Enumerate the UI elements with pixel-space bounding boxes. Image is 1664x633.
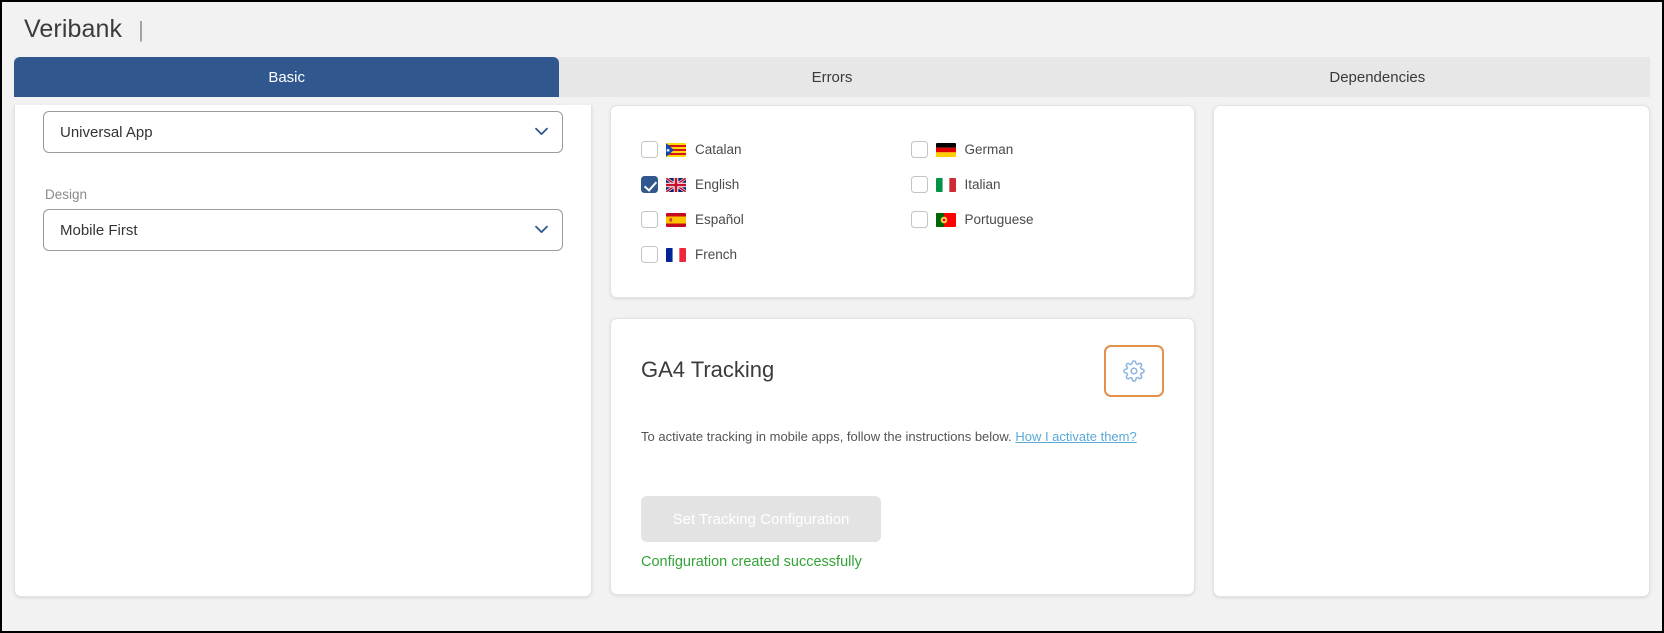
- middle-column: Catalan German English Italian Español P…: [610, 105, 1195, 631]
- checkbox-catalan[interactable]: [641, 141, 658, 158]
- language-row-portuguese[interactable]: Portuguese: [910, 202, 1165, 237]
- languages-card: Catalan German English Italian Español P…: [610, 105, 1195, 298]
- gear-icon: [1123, 360, 1145, 382]
- language-label-german: German: [964, 142, 1014, 157]
- preview-panel-card: [1213, 105, 1650, 597]
- language-label-english: English: [695, 177, 740, 192]
- ga4-tracking-card: GA4 Tracking To activate tracking in mob…: [610, 318, 1195, 595]
- chevron-down-icon: [535, 225, 548, 234]
- tab-basic[interactable]: Basic: [14, 57, 560, 97]
- right-column: [1213, 105, 1650, 631]
- language-row-german[interactable]: German: [910, 132, 1165, 167]
- basic-settings-card: Universal App Design Mobile First: [14, 105, 592, 597]
- design-select[interactable]: Mobile First: [43, 209, 563, 251]
- portuguese-flag-icon: [935, 212, 956, 227]
- language-label-french: French: [695, 247, 738, 262]
- tab-dependencies-label: Dependencies: [1329, 68, 1426, 86]
- app-type-select[interactable]: Universal App: [43, 111, 563, 153]
- design-select-value: Mobile First: [60, 221, 138, 239]
- tab-errors-label: Errors: [811, 68, 853, 86]
- checkbox-french[interactable]: [641, 246, 658, 263]
- language-label-catalan: Catalan: [695, 142, 742, 157]
- chevron-down-icon: [535, 127, 548, 136]
- checkbox-english[interactable]: [641, 176, 658, 193]
- language-row-italian[interactable]: Italian: [910, 167, 1165, 202]
- app-type-select-value: Universal App: [60, 123, 153, 141]
- checkbox-espanol[interactable]: [641, 211, 658, 228]
- languages-grid: Catalan German English Italian Español P…: [641, 132, 1164, 272]
- language-row-french[interactable]: French: [641, 237, 895, 272]
- tab-basic-label: Basic: [268, 68, 305, 86]
- ga4-settings-button[interactable]: [1104, 345, 1164, 397]
- italian-flag-icon: [935, 177, 956, 192]
- ga4-description-text: To activate tracking in mobile apps, fol…: [641, 429, 1012, 444]
- app-window: Veribank | Basic Errors Dependencies Uni…: [0, 0, 1664, 633]
- set-tracking-configuration-button[interactable]: Set Tracking Configuration: [641, 496, 881, 543]
- tab-dependencies[interactable]: Dependencies: [1104, 57, 1650, 97]
- left-column: Universal App Design Mobile First: [14, 105, 592, 631]
- ga4-help-link[interactable]: How I activate them?: [1015, 429, 1136, 444]
- language-row-english[interactable]: English: [641, 167, 895, 202]
- main-content: Universal App Design Mobile First Catala…: [2, 97, 1662, 631]
- language-row-catalan[interactable]: Catalan: [641, 132, 895, 167]
- tab-errors[interactable]: Errors: [559, 57, 1105, 97]
- language-row-espanol[interactable]: Español: [641, 202, 895, 237]
- catalan-flag-icon: [666, 142, 686, 157]
- tab-bar: Basic Errors Dependencies: [14, 57, 1650, 97]
- uk-flag-icon: [666, 177, 686, 192]
- language-label-portuguese: Portuguese: [964, 212, 1034, 227]
- ga4-status-message: Configuration created successfully: [641, 554, 862, 571]
- design-label: Design: [45, 187, 88, 202]
- checkbox-portuguese[interactable]: [910, 211, 928, 228]
- language-label-italian: Italian: [964, 177, 1001, 192]
- ga4-card-header: GA4 Tracking: [641, 345, 1164, 397]
- title-separator: |: [138, 16, 144, 42]
- checkbox-german[interactable]: [910, 141, 928, 158]
- app-header: Veribank |: [2, 2, 1662, 57]
- spanish-flag-icon: [666, 212, 686, 227]
- ga4-title: GA4 Tracking: [641, 357, 775, 382]
- ga4-description: To activate tracking in mobile apps, fol…: [641, 428, 1164, 446]
- page-title: Veribank: [24, 15, 123, 43]
- checkbox-italian[interactable]: [910, 176, 928, 193]
- french-flag-icon: [666, 247, 686, 262]
- language-label-espanol: Español: [695, 212, 744, 227]
- german-flag-icon: [935, 142, 956, 157]
